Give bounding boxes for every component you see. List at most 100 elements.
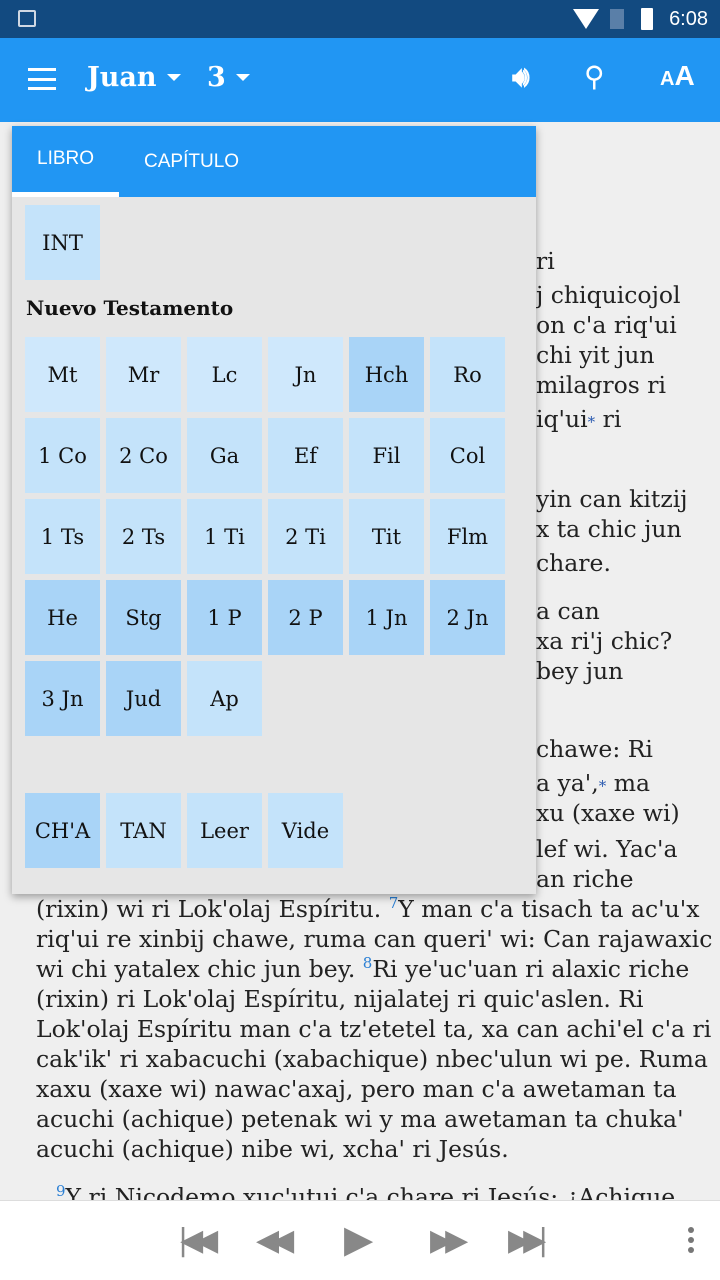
book-button[interactable]: 2 Jn xyxy=(430,580,505,655)
battery-icon xyxy=(641,8,653,30)
text: wi chi yatalex chic jun bey. xyxy=(36,955,363,983)
text-line: riq'ui re xinbij chawe, ruma can queri' … xyxy=(36,925,713,953)
text-line: chi yit jun xyxy=(536,341,655,369)
extra-button[interactable]: CH'A xyxy=(25,793,100,868)
text-line: acuchi (achique) petenak wi y ma awetama… xyxy=(36,1105,684,1133)
text-line: (rixin) ri Lok'olaj Espíritu, nijalatej … xyxy=(36,985,644,1013)
book-button[interactable]: Jud xyxy=(106,661,181,736)
speaker-icon[interactable]: 🔊︎ xyxy=(512,60,530,94)
chevron-down-icon xyxy=(235,74,250,81)
book-button[interactable]: He xyxy=(25,580,100,655)
text-line: j chiquicojol xyxy=(536,281,681,309)
extra-button[interactable]: TAN xyxy=(106,793,181,868)
book-button[interactable]: 1 Ti xyxy=(187,499,262,574)
book-button[interactable]: Lc xyxy=(187,337,262,412)
text-line: acuchi (achique) nibe wi, xcha' ri Jesús… xyxy=(36,1135,509,1163)
text: ma xyxy=(613,769,650,797)
app-bar: Juan 3 🔊︎ ⚲ AA xyxy=(0,38,720,122)
text-line: Lok'olaj Espíritu man c'a tz'etetel ta, … xyxy=(36,1015,712,1043)
section-heading: Nuevo Testamento xyxy=(26,296,234,320)
text: (rixin) wi ri Lok'olaj Espíritu. xyxy=(36,895,389,923)
book-button[interactable]: Ro xyxy=(430,337,505,412)
extra-button[interactable]: Leer xyxy=(187,793,262,868)
text-line: x ta chic jun xyxy=(536,515,682,543)
text-line: xu (xaxe wi) xyxy=(536,799,680,827)
book-button[interactable]: Ga xyxy=(187,418,262,493)
verse-number: 8 xyxy=(362,954,373,973)
skip-first-icon[interactable]: |◀◀ xyxy=(178,1223,218,1258)
clock: 6:08 xyxy=(669,8,708,30)
audio-player-bar: |◀◀ ◀◀ ▶ ▶▶ ▶▶| xyxy=(0,1200,720,1280)
menu-icon[interactable] xyxy=(28,68,56,90)
text-line: an riche xyxy=(536,865,634,893)
text-line: milagros ri xyxy=(536,371,667,399)
text-line: a ya',* ma xyxy=(536,768,650,801)
book-selector[interactable]: Juan xyxy=(87,62,181,93)
text-line: lef wi. Yac'a xyxy=(536,835,678,863)
book-button[interactable]: 3 Jn xyxy=(25,661,100,736)
verse-number: 7 xyxy=(388,894,399,913)
text-line: chare. xyxy=(536,549,611,577)
book-button[interactable]: Mt xyxy=(25,337,100,412)
book-label: Juan xyxy=(87,62,157,93)
play-icon[interactable]: ▶ xyxy=(344,1217,373,1261)
book-button[interactable]: Hch xyxy=(349,337,424,412)
book-button-int[interactable]: INT xyxy=(25,205,100,280)
chapter-selector[interactable]: 3 xyxy=(207,62,250,93)
wifi-icon xyxy=(573,9,599,29)
tab-libro[interactable]: LIBRO xyxy=(12,126,120,197)
text-line: on c'a riq'ui xyxy=(536,311,677,339)
text: ri xyxy=(602,405,622,433)
verse-number: 9 xyxy=(56,1182,66,1201)
book-button[interactable]: 2 Co xyxy=(106,418,181,493)
text-line: yin can kitzij xyxy=(536,485,688,513)
text-line: wi chi yatalex chic jun bey. 8Ri ye'uc'u… xyxy=(36,954,689,984)
book-button[interactable]: Mr xyxy=(106,337,181,412)
chooser-tabs: LIBRO CAPÍTULO xyxy=(12,126,536,197)
font-size-icon[interactable]: AA xyxy=(660,60,695,92)
search-icon[interactable]: ⚲ xyxy=(584,60,605,93)
chevron-down-icon xyxy=(166,74,181,81)
book-button[interactable]: 1 Ts xyxy=(25,499,100,574)
text: Y man c'a tisach ta ac'u'x xyxy=(398,895,700,923)
book-button[interactable]: 1 Co xyxy=(25,418,100,493)
book-chooser-popup: LIBRO CAPÍTULO INT Nuevo Testamento Mt Mr… xyxy=(12,126,536,894)
fast-forward-icon[interactable]: ▶▶ xyxy=(430,1223,468,1258)
text-line: a can xyxy=(536,597,600,625)
footnote-link[interactable]: * xyxy=(588,413,596,431)
book-button[interactable]: Ef xyxy=(268,418,343,493)
chapter-label: 3 xyxy=(207,62,226,93)
book-button[interactable]: 2 P xyxy=(268,580,343,655)
text: iq'ui xyxy=(536,405,588,433)
text-line: chawe: Ri xyxy=(536,735,653,763)
text: a ya', xyxy=(536,769,599,797)
text-line: ri xyxy=(536,247,555,275)
more-vert-icon[interactable] xyxy=(688,1227,694,1257)
text: Ri ye'uc'uan ri alaxic riche xyxy=(372,955,690,983)
tab-capitulo[interactable]: CAPÍTULO xyxy=(119,126,264,197)
gallery-icon xyxy=(18,10,36,27)
book-button[interactable]: 1 P xyxy=(187,580,262,655)
book-button[interactable]: 2 Ts xyxy=(106,499,181,574)
text-line: iq'ui* ri xyxy=(536,404,621,437)
skip-last-icon[interactable]: ▶▶| xyxy=(508,1223,548,1258)
extra-button[interactable]: Vide xyxy=(268,793,343,868)
book-button[interactable]: Flm xyxy=(430,499,505,574)
book-button[interactable]: Fil xyxy=(349,418,424,493)
text-line: cak'ik' ri xabacuchi (xabachique) nbec'u… xyxy=(36,1045,708,1073)
rewind-icon[interactable]: ◀◀ xyxy=(256,1223,294,1258)
text-line: xaxu (xaxe wi) nawac'axaj, pero man c'a … xyxy=(36,1075,677,1103)
book-button[interactable]: Stg xyxy=(106,580,181,655)
text-line: bey jun xyxy=(536,657,624,685)
footnote-link[interactable]: * xyxy=(599,777,607,795)
book-button[interactable]: Tit xyxy=(349,499,424,574)
book-button[interactable]: Ap xyxy=(187,661,262,736)
book-button[interactable]: Jn xyxy=(268,337,343,412)
no-sim-icon xyxy=(610,9,624,29)
book-button[interactable]: Col xyxy=(430,418,505,493)
status-bar: 6:08 xyxy=(0,0,720,38)
text-line: (rixin) wi ri Lok'olaj Espíritu. 7Y man … xyxy=(36,894,699,924)
text-line: xa ri'j chic? xyxy=(536,627,673,655)
book-button[interactable]: 1 Jn xyxy=(349,580,424,655)
book-button[interactable]: 2 Ti xyxy=(268,499,343,574)
